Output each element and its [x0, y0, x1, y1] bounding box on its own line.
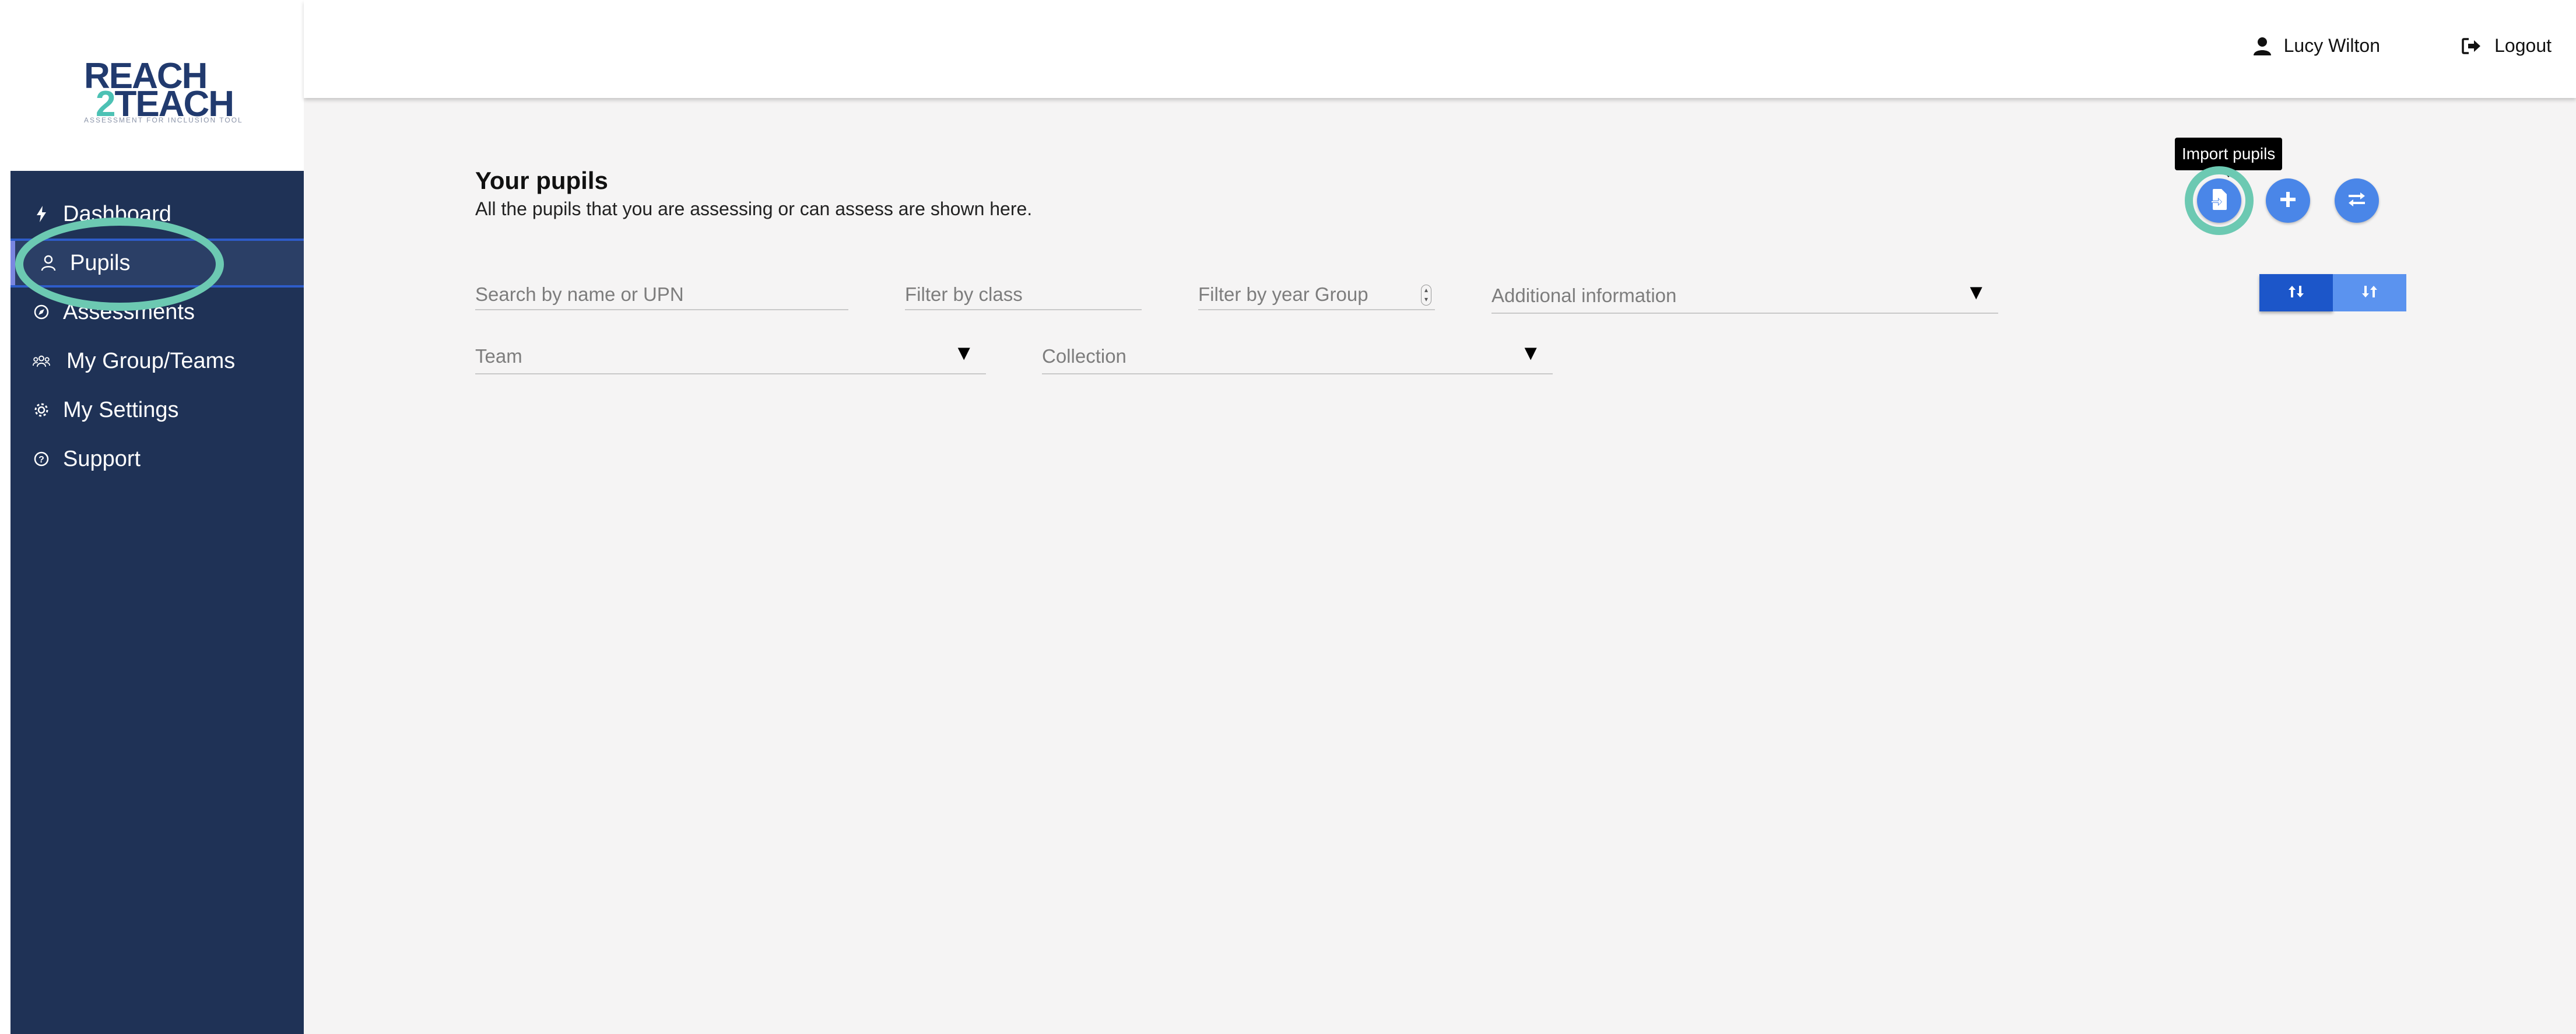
additional-info-select[interactable]: Additional information ▼ [1491, 280, 1998, 314]
sort-toggle-group [2259, 274, 2406, 311]
year-filter-input[interactable] [1198, 280, 1435, 309]
sidebar-item-assessments[interactable]: Assessments [10, 288, 304, 337]
sort-desc-icon [2361, 285, 2378, 302]
class-filter-field [905, 280, 1142, 310]
group-icon [33, 352, 50, 370]
import-pupils-button[interactable] [2197, 178, 2241, 223]
page-subtitle: All the pupils that you are assessing or… [475, 198, 1033, 219]
sidebar-item-label: Assessments [63, 299, 195, 324]
logo-tagline: ASSESSMENT FOR INCLUSION TOOL [84, 116, 243, 124]
number-spinner-icon[interactable]: ▴ ▾ [1421, 285, 1431, 306]
team-label: Team [475, 345, 522, 367]
question-icon: ? [33, 450, 50, 468]
sidebar-container: REACH 2TEACH ASSESSMENT FOR INCLUSION TO… [0, 0, 304, 1034]
sidebar-item-label: Pupils [70, 250, 131, 275]
sidebar-item-label: My Settings [63, 397, 179, 422]
logo-area: REACH 2TEACH ASSESSMENT FOR INCLUSION TO… [10, 0, 304, 171]
brand-logo[interactable]: REACH 2TEACH ASSESSMENT FOR INCLUSION TO… [73, 55, 248, 131]
dropdown-arrow-icon: ▼ [1520, 341, 1541, 364]
dropdown-arrow-icon: ▼ [953, 341, 974, 364]
svg-text:?: ? [38, 455, 44, 465]
import-tooltip: Import pupils [2175, 138, 2283, 177]
user-icon [2253, 37, 2271, 55]
sidebar-nav: Dashboard Pupils Assessments My Group/Te… [10, 171, 304, 1034]
sort-ascending-button[interactable] [2259, 274, 2333, 311]
additional-info-label: Additional information [1491, 285, 1677, 306]
dropdown-arrow-icon: ▼ [1966, 280, 1987, 304]
sidebar-item-pupils[interactable]: Pupils [10, 239, 304, 288]
sidebar-item-label: My Group/Teams [66, 348, 236, 373]
search-input[interactable] [475, 280, 848, 309]
main-content: Your pupils All the pupils that you are … [304, 98, 2576, 1034]
team-select[interactable]: Team ▼ [475, 341, 986, 374]
transfer-pupils-button[interactable] [2335, 178, 2379, 223]
add-pupil-button[interactable] [2266, 178, 2310, 223]
year-filter-field: ▴▾ [1198, 280, 1435, 310]
sidebar-item-label: Dashboard [63, 201, 171, 226]
user-icon [40, 254, 57, 272]
sort-descending-button[interactable] [2333, 274, 2406, 311]
compass-icon [33, 303, 50, 321]
sidebar-item-my-settings[interactable]: My Settings [10, 385, 304, 434]
user-name: Lucy Wilton [2283, 35, 2380, 56]
plus-icon [2279, 191, 2297, 211]
bolt-icon [33, 205, 50, 223]
sign-out-icon [2462, 37, 2482, 55]
sidebar-item-support[interactable]: ? Support [10, 434, 304, 483]
swap-icon [2346, 191, 2367, 211]
collection-label: Collection [1042, 345, 1126, 367]
search-field [475, 280, 848, 310]
file-import-icon [2210, 188, 2228, 213]
sidebar-item-my-group-teams[interactable]: My Group/Teams [10, 337, 304, 385]
class-filter-input[interactable] [905, 280, 1142, 309]
top-bar: Lucy Wilton Logout [304, 0, 2576, 98]
logout-label: Logout [2494, 35, 2552, 56]
user-menu[interactable]: Lucy Wilton [2253, 35, 2380, 57]
sidebar-item-label: Support [63, 446, 141, 471]
collection-select[interactable]: Collection ▼ [1042, 341, 1553, 374]
page-title: Your pupils [475, 167, 608, 194]
sidebar-item-dashboard[interactable]: Dashboard [10, 190, 304, 239]
logout-button[interactable]: Logout [2462, 35, 2552, 57]
gear-icon [33, 401, 50, 419]
sort-asc-icon [2287, 285, 2305, 302]
